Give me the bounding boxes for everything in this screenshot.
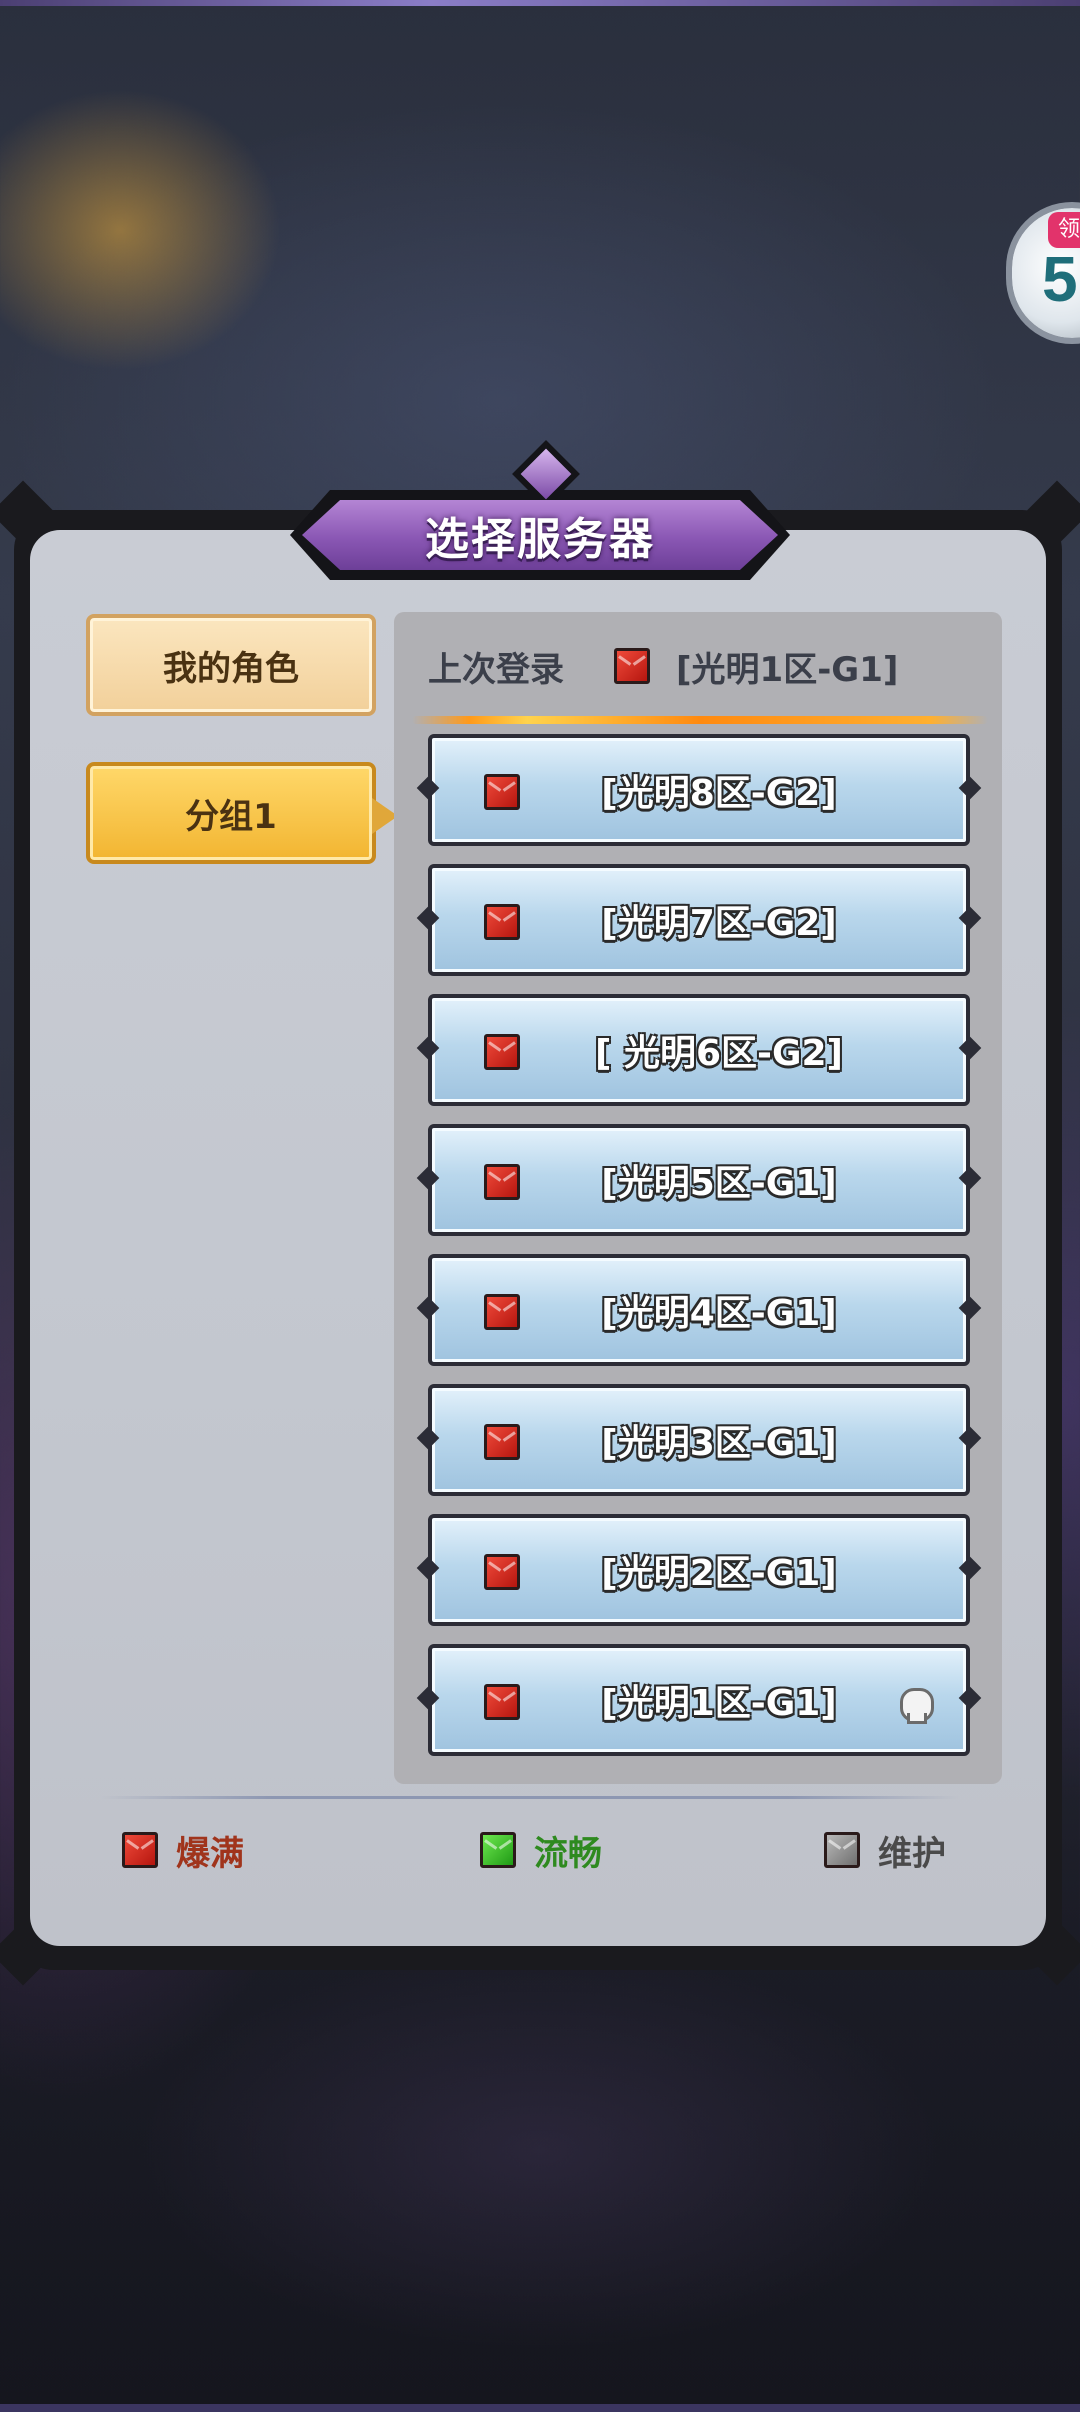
server-name: [光明4区-G1] — [601, 1293, 837, 1334]
tab-group-1-label: 分组1 — [185, 796, 277, 837]
title-banner: 选择服务器 — [302, 500, 778, 570]
last-login[interactable]: 上次登录 [光明1区-G1] — [428, 636, 898, 696]
status-full-icon — [484, 774, 520, 810]
character-icon — [900, 1688, 934, 1724]
status-full-icon — [484, 1294, 520, 1330]
last-login-server: [光明1区-G1] — [676, 649, 899, 690]
status-smooth-icon — [480, 1832, 516, 1868]
page-title: 选择服务器 — [425, 514, 655, 565]
last-login-label: 上次登录 — [428, 649, 564, 690]
legend-full: 爆满 — [122, 1828, 244, 1874]
legend-full-label: 爆满 — [176, 1833, 244, 1874]
server-name: [光明2区-G1] — [601, 1553, 837, 1594]
server-row[interactable]: [光明7区-G2] — [416, 864, 982, 976]
tab-my-roles[interactable]: 我的角色 — [86, 614, 376, 716]
server-name: [光明5区-G1] — [601, 1163, 837, 1204]
event-badge-value: 5 — [1042, 243, 1078, 315]
server-row[interactable]: [光明3区-G1] — [416, 1384, 982, 1496]
server-row[interactable]: [光明5区-G1] — [416, 1124, 982, 1236]
status-full-icon — [614, 648, 650, 684]
legend-smooth-label: 流畅 — [534, 1833, 602, 1874]
tab-my-roles-label: 我的角色 — [163, 648, 299, 689]
tab-group-1[interactable]: 分组1 — [86, 762, 376, 864]
server-name: [光明7区-G2] — [601, 903, 837, 944]
status-full-icon — [484, 1424, 520, 1460]
status-full-icon — [484, 1034, 520, 1070]
server-row[interactable]: [光明2区-G1] — [416, 1514, 982, 1626]
status-full-icon — [484, 1684, 520, 1720]
status-full-icon — [484, 904, 520, 940]
server-name: [光明8区-G2] — [601, 773, 837, 814]
server-row[interactable]: [光明8区-G2] — [416, 734, 982, 846]
legend-divider — [100, 1796, 960, 1799]
glow-divider — [412, 716, 988, 724]
status-maintenance-icon — [824, 1832, 860, 1868]
server-row[interactable]: [ 光明6区-G2] — [416, 994, 982, 1106]
legend-maintenance-label: 维护 — [878, 1833, 946, 1874]
status-full-icon — [122, 1832, 158, 1868]
server-name: [光明1区-G1] — [601, 1683, 837, 1724]
server-name: [ 光明6区-G2] — [594, 1033, 844, 1074]
status-full-icon — [484, 1554, 520, 1590]
legend-smooth: 流畅 — [480, 1828, 602, 1874]
server-row[interactable]: [光明1区-G1] — [416, 1644, 982, 1756]
server-row[interactable]: [光明4区-G1] — [416, 1254, 982, 1366]
server-name: [光明3区-G1] — [601, 1423, 837, 1464]
status-full-icon — [484, 1164, 520, 1200]
bottom-strip — [0, 2404, 1080, 2412]
legend-maintenance: 维护 — [824, 1828, 946, 1874]
event-badge[interactable]: 领 5 — [1012, 208, 1080, 338]
top-strip — [0, 0, 1080, 6]
